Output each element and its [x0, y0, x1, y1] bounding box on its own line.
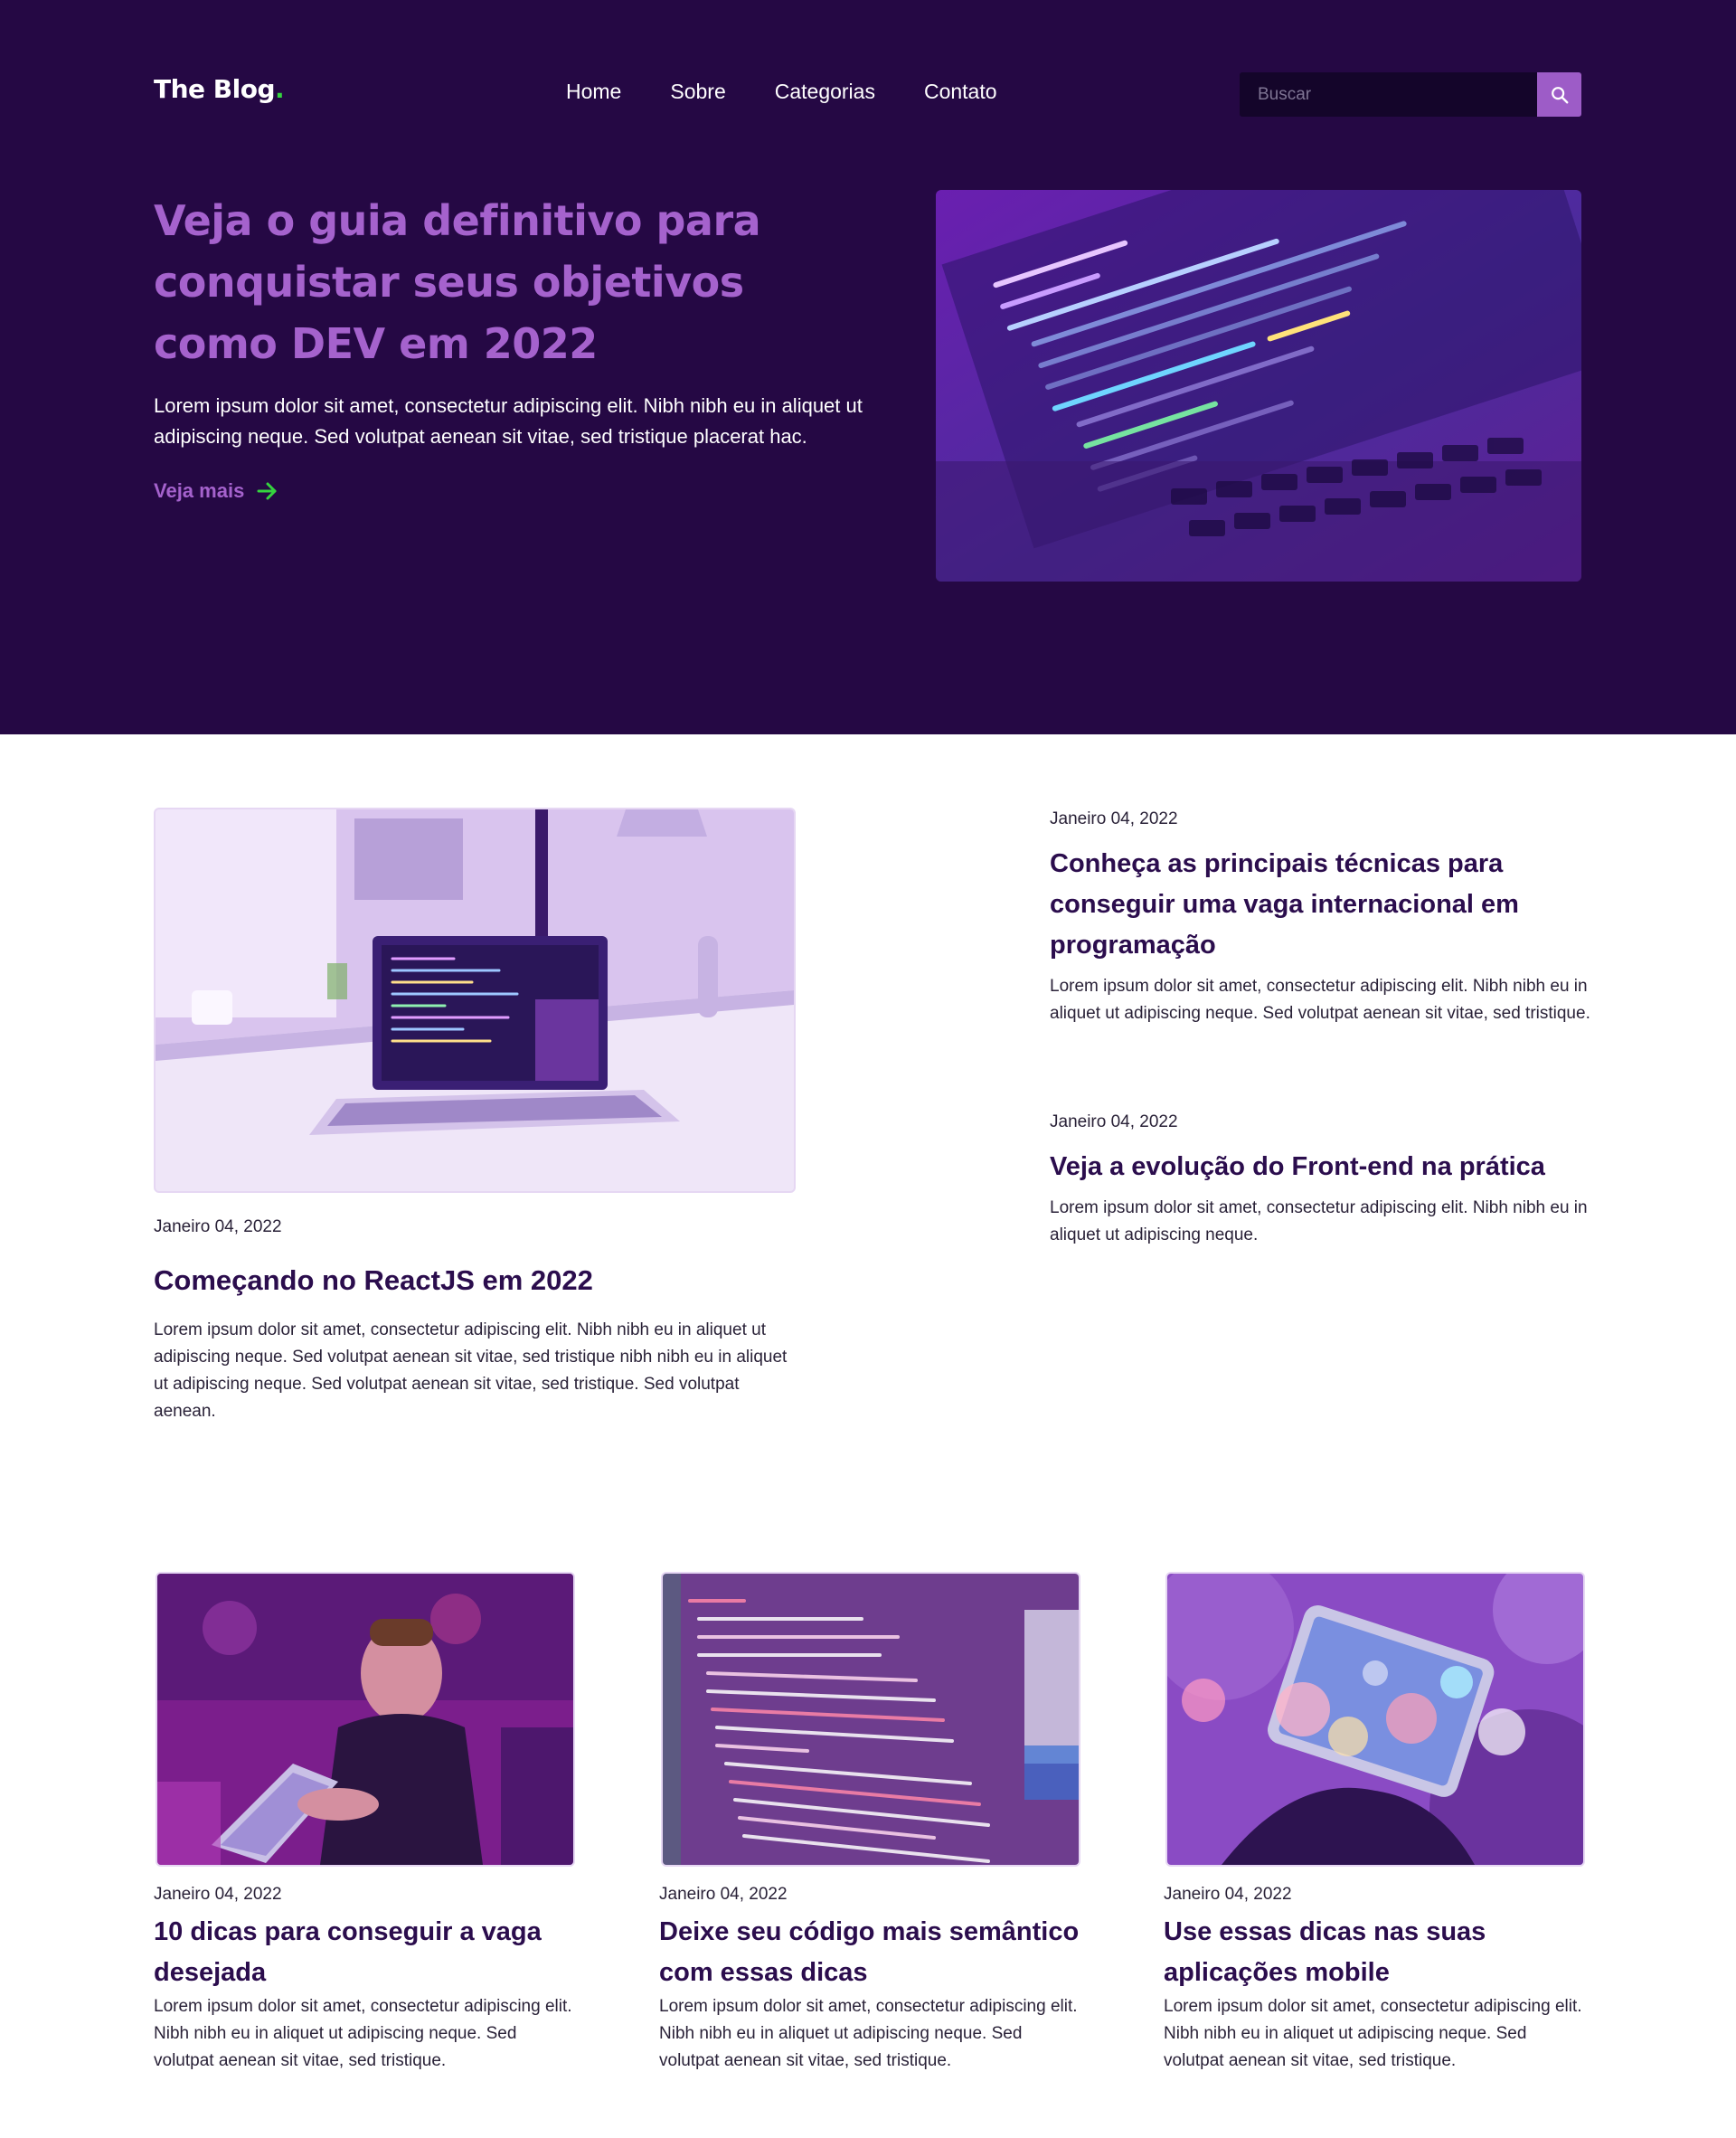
featured-post-excerpt: Lorem ipsum dolor sit amet, consectetur … — [154, 1320, 788, 1421]
post-card-title[interactable]: Deixe seu código mais semântico com essa… — [659, 1912, 1084, 1993]
side-post-excerpt: Lorem ipsum dolor sit amet, consectetur … — [1050, 977, 1590, 1023]
featured-post-title[interactable]: Começando no ReactJS em 2022 — [154, 1263, 593, 1299]
post-card-title[interactable]: Use essas dicas nas suas aplicações mobi… — [1164, 1912, 1589, 1993]
hero-text: Lorem ipsum dolor sit amet, consectetur … — [154, 394, 863, 448]
nav-item-contato[interactable]: Contato — [924, 80, 997, 104]
post-card-excerpt: Lorem ipsum dolor sit amet, consectetur … — [1164, 1997, 1582, 2070]
search-button[interactable] — [1537, 72, 1581, 117]
main-nav: Home Sobre Categorias Contato — [566, 80, 997, 104]
search-bar — [1240, 72, 1581, 117]
hero-section: The Blog. Home Sobre Categorias Contato … — [0, 0, 1736, 734]
hero-title: Veja o guia definitivo para conquistar s… — [154, 196, 761, 368]
side-post-date: Janeiro 04, 2022 — [1050, 1112, 1178, 1131]
post-card-excerpt: Lorem ipsum dolor sit amet, consectetur … — [659, 1997, 1078, 2070]
side-post-date: Janeiro 04, 2022 — [1050, 809, 1178, 828]
side-post-title[interactable]: Veja a evolução do Front-end na prática — [1050, 1147, 1592, 1187]
featured-post-image[interactable] — [154, 808, 796, 1193]
post-card-date: Janeiro 04, 2022 — [154, 1885, 282, 1904]
hero-link-label: Veja mais — [154, 479, 245, 502]
post-card-image[interactable] — [156, 1572, 575, 1867]
side-post-excerpt: Lorem ipsum dolor sit amet, consectetur … — [1050, 1198, 1588, 1244]
logo-text: The Blog — [154, 74, 276, 104]
post-card-excerpt: Lorem ipsum dolor sit amet, consectetur … — [154, 1997, 572, 2070]
side-post: Janeiro 04, 2022 Veja a evolução do Fron… — [1050, 1112, 1592, 1249]
nav-item-home[interactable]: Home — [566, 80, 621, 104]
post-card-date: Janeiro 04, 2022 — [1164, 1885, 1292, 1904]
post-card-image[interactable] — [661, 1572, 1080, 1867]
side-post: Janeiro 04, 2022 Conheça as principais t… — [1050, 809, 1592, 1027]
logo[interactable]: The Blog. — [154, 74, 285, 104]
nav-item-categorias[interactable]: Categorias — [775, 80, 875, 104]
featured-post-date: Janeiro 04, 2022 — [154, 1217, 282, 1236]
post-card: Janeiro 04, 2022 Use essas dicas nas sua… — [1164, 1572, 1589, 2075]
hero-image[interactable] — [936, 190, 1581, 582]
search-icon — [1550, 85, 1570, 105]
post-card-image[interactable] — [1165, 1572, 1585, 1867]
post-card: Janeiro 04, 2022 Deixe seu código mais s… — [659, 1572, 1084, 2075]
logo-dot: . — [275, 74, 285, 104]
hero-read-more-link[interactable]: Veja mais — [154, 479, 278, 503]
nav-item-sobre[interactable]: Sobre — [670, 80, 725, 104]
side-post-title[interactable]: Conheça as principais técnicas para cons… — [1050, 844, 1592, 966]
post-card: Janeiro 04, 2022 10 dicas para conseguir… — [154, 1572, 579, 2075]
arrow-right-icon — [257, 481, 278, 501]
post-card-date: Janeiro 04, 2022 — [659, 1885, 788, 1904]
post-card-title[interactable]: 10 dicas para conseguir a vaga desejada — [154, 1912, 579, 1993]
search-input[interactable] — [1240, 72, 1537, 117]
